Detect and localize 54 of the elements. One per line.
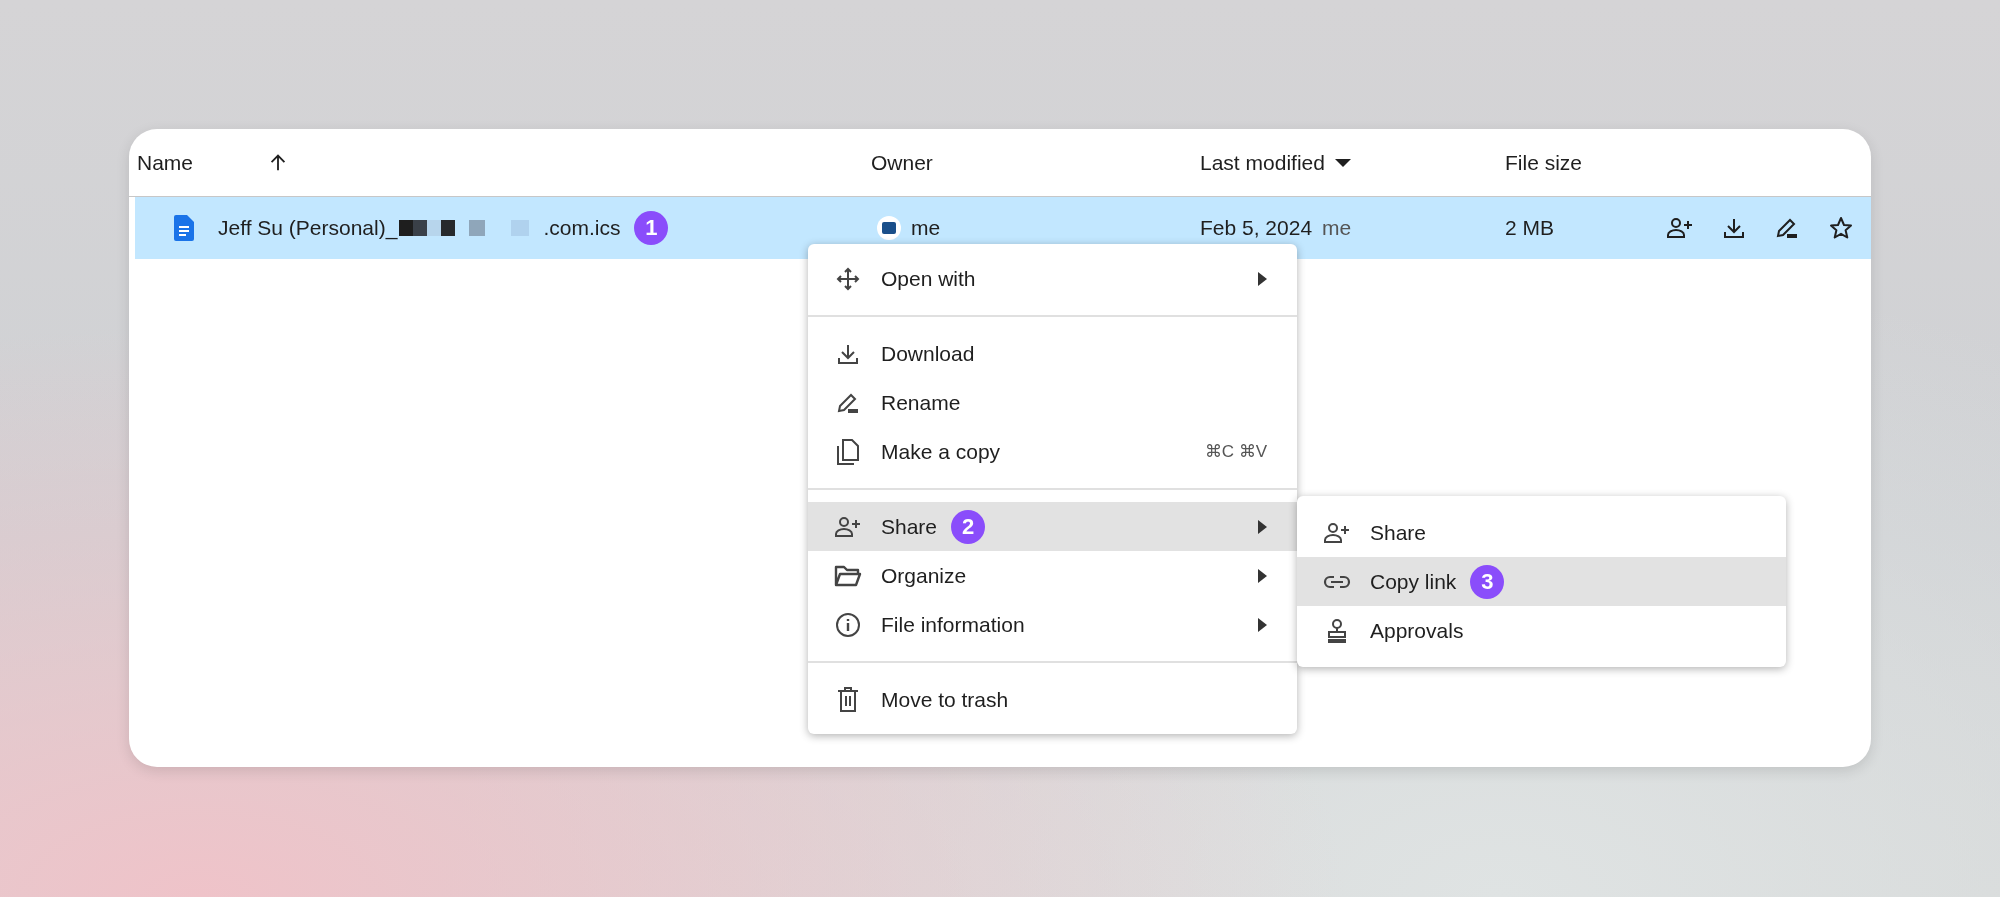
menu-label: Download	[881, 341, 975, 366]
info-icon	[835, 611, 861, 638]
menu-item[interactable]: File information	[808, 600, 1297, 649]
stamp-icon	[1326, 617, 1348, 644]
owner-name: me	[911, 216, 941, 240]
step-badge: 3	[1470, 564, 1505, 599]
share-icon	[834, 515, 862, 538]
menu-label: Make a copy	[881, 439, 1001, 464]
column-header[interactable]: Owner	[871, 150, 933, 175]
menu-item[interactable]: Approvals	[1297, 606, 1786, 655]
trash-icon	[837, 686, 859, 713]
keyboard-shortcut: ⌘C ⌘V	[1204, 441, 1267, 462]
menu-label: Approvals	[1370, 618, 1464, 643]
avatar-icon	[877, 216, 901, 240]
star-icon[interactable]	[1829, 216, 1853, 240]
menu-item[interactable]: Share	[1297, 508, 1786, 557]
menu-item[interactable]: Move to trash	[808, 675, 1297, 724]
file-extension: .com.ics	[543, 216, 621, 240]
copy-icon	[836, 437, 860, 466]
step-badge: 1	[634, 211, 669, 245]
folder-icon	[834, 564, 862, 587]
file-row[interactable]: Jeff Su (Personal)_ .com.ics 1 me Feb 5, 2024 me 2 MB	[135, 197, 1871, 259]
modified-date: Feb 5, 2024	[1200, 216, 1313, 240]
menu-item[interactable]: Download	[808, 329, 1297, 378]
file-size: 2 MB	[1505, 216, 1554, 240]
file-name: Jeff Su (Personal)_	[218, 216, 398, 240]
menu-label: Open with	[881, 266, 976, 291]
menu-item[interactable]: Make a copy ⌘C ⌘V	[808, 427, 1297, 476]
menu-label: Organize	[881, 563, 967, 588]
menu-item[interactable]: Rename	[808, 378, 1297, 427]
sort-descending-icon[interactable]	[1334, 157, 1351, 168]
link-icon	[1323, 574, 1351, 589]
share-icon	[1323, 521, 1351, 544]
column-header[interactable]: Name	[137, 150, 194, 175]
column-header[interactable]: File size	[1505, 150, 1583, 175]
download-icon	[837, 342, 859, 365]
menu-label: Share	[1370, 520, 1427, 545]
menu-item[interactable]: Copy link 3	[1297, 557, 1786, 606]
menu-label: Rename	[881, 390, 961, 415]
menu-label: File information	[881, 612, 1025, 637]
rename-icon[interactable]	[1775, 217, 1799, 239]
menu-item[interactable]: Organize	[808, 551, 1297, 600]
menu-label: Move to trash	[881, 687, 1009, 712]
document-icon	[174, 215, 194, 241]
share-icon[interactable]	[1667, 217, 1693, 239]
menu-item[interactable]: Share 2	[808, 502, 1297, 551]
column-header[interactable]: Last modified	[1200, 150, 1325, 175]
rename-icon	[836, 391, 860, 414]
menu-label: Share	[881, 514, 938, 539]
menu-label: Copy link	[1370, 569, 1457, 594]
download-icon[interactable]	[1723, 217, 1745, 239]
step-badge: 2	[951, 509, 986, 544]
modified-by: me	[1322, 216, 1352, 240]
move-arrows-icon	[836, 266, 860, 291]
